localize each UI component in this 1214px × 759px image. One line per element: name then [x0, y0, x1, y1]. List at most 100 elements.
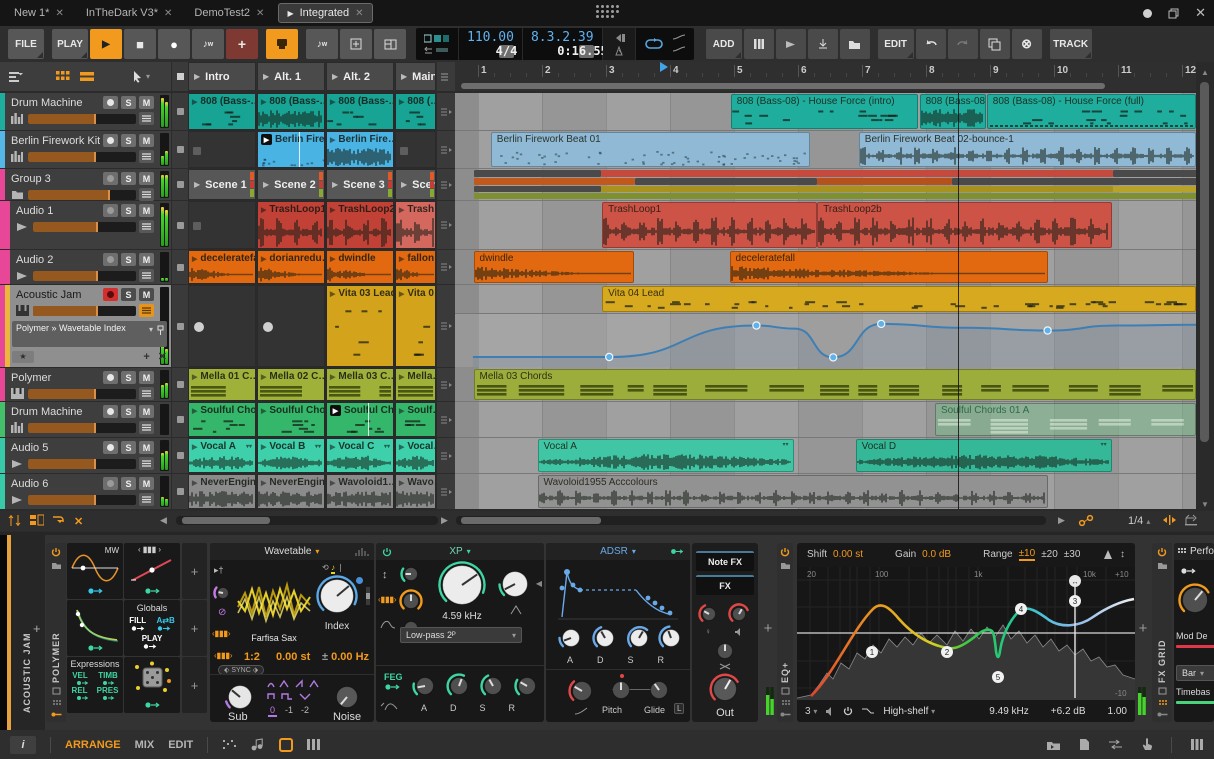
clip-queue-cell[interactable] — [437, 402, 455, 437]
modulator-envelope[interactable] — [67, 600, 123, 656]
arranger-toggle-icon[interactable] — [307, 738, 321, 751]
track-list-menu-icon[interactable] — [8, 71, 28, 83]
launcher-clip[interactable]: ▶ Mella 02 C… — [257, 368, 325, 401]
clip-stop-cell[interactable] — [172, 285, 188, 367]
launcher-clip[interactable]: ▶ Vita 03 Lead — [326, 285, 394, 367]
timebase-select[interactable]: Bar ▾ — [1176, 665, 1214, 681]
octave-0[interactable]: 0 — [268, 705, 278, 717]
io-panel-icon[interactable] — [1108, 739, 1123, 750]
clip-play-icon[interactable]: ▶ — [399, 373, 404, 381]
track-name[interactable]: Group 3 — [11, 173, 100, 185]
add-lane-button[interactable]: + — [143, 351, 149, 363]
loop-icon[interactable] — [644, 37, 664, 51]
arranger-clip[interactable]: Berlin Firework Beat 01 — [490, 132, 810, 167]
arranger-clip[interactable]: Vocal D ▾▾ — [855, 439, 1112, 472]
clip-play-icon[interactable]: ▶ — [261, 206, 266, 214]
filter-spread-knob[interactable] — [400, 563, 422, 585]
clip-stop-cell[interactable] — [172, 474, 188, 509]
launcher-clip[interactable] — [188, 201, 256, 249]
add-record-button[interactable]: + — [226, 29, 258, 59]
launcher-clip[interactable]: ▶Trash… — [395, 201, 436, 249]
feg-a-knob[interactable] — [412, 673, 438, 699]
filter-mode-select[interactable]: Low-pass 2ᴾ ▾ — [400, 627, 522, 643]
view-arrange[interactable]: ARRANGE — [65, 739, 121, 751]
arranger-play-icon[interactable]: ▶ — [1058, 515, 1065, 526]
eq-display[interactable]: ↔ 1 2 3 4 5 20 100 1k 10k +10 -10 — [797, 567, 1135, 700]
retrig-icon[interactable]: ▸† — [214, 565, 224, 576]
record-arm-button[interactable] — [103, 134, 118, 147]
clip-launcher-toggle-icon[interactable] — [279, 737, 294, 752]
clip-stop-cell[interactable] — [172, 131, 188, 168]
device-power-icon[interactable] — [780, 547, 790, 557]
arranger-clip[interactable]: Mella 03 Chords — [473, 369, 1196, 400]
clip-play-icon[interactable]: ▶ — [192, 443, 197, 451]
eq-band-freq[interactable]: 9.49 kHz — [989, 706, 1028, 717]
track-header-5[interactable]: Audio 2 SM — [0, 250, 171, 284]
vertical-scroll-thumb[interactable] — [1200, 82, 1209, 442]
clip-play-icon[interactable]: ▶ — [261, 255, 266, 263]
solo-button[interactable]: S — [121, 172, 136, 185]
position-display[interactable]: 8.3.2.39 0:16.553 — [523, 28, 615, 60]
add-audio-button[interactable] — [775, 29, 806, 59]
track-options-button[interactable] — [139, 188, 154, 201]
mod-route-icon[interactable] — [87, 644, 104, 652]
track-name[interactable]: Audio 6 — [11, 478, 100, 490]
random-phase-icon[interactable]: ⊘ — [218, 607, 226, 618]
punch-in-icon[interactable] — [611, 33, 627, 43]
arranger-clip[interactable]: TrashLoop2b — [817, 202, 1112, 248]
track-options-button[interactable] — [139, 457, 154, 470]
scene-launch-cell[interactable]: ▶ Scene 3 — [326, 169, 394, 200]
launcher-clip[interactable]: ▶NeverEngin… — [188, 474, 256, 509]
sub-knob[interactable] — [224, 681, 256, 713]
solo-button[interactable]: S — [121, 96, 136, 109]
template-button[interactable] — [374, 29, 406, 59]
scene-header-4[interactable]: ▶ Main — [395, 62, 436, 91]
device-name-label[interactable]: POLYMER — [51, 574, 61, 683]
io-routing-icon[interactable] — [8, 514, 21, 527]
launcher-clip[interactable] — [395, 131, 436, 168]
solo-button[interactable]: S — [121, 477, 136, 490]
arranger-clip[interactable]: Soulful Chords 01 A — [934, 403, 1196, 436]
automation-toggle-icon[interactable] — [1078, 514, 1094, 527]
solo-button[interactable]: S — [121, 204, 136, 217]
clip-launcher-record-button[interactable] — [266, 29, 298, 59]
modulator-globals[interactable]: Globals FILL A⇄B PLAY — [124, 600, 180, 656]
clip-play-icon[interactable]: ▶ — [330, 443, 335, 451]
arranger-clip[interactable]: 808 (Bass-08) — [919, 94, 986, 129]
track-options-button[interactable] — [139, 493, 154, 506]
solo-button[interactable]: S — [121, 441, 136, 454]
automation-point[interactable] — [604, 352, 614, 362]
automation-point[interactable] — [1043, 326, 1052, 335]
clip-play-icon[interactable]: ▶ — [399, 255, 404, 263]
keytrack-icon2[interactable]: ‹▮▮▮› — [214, 651, 233, 660]
clip-stop-cell[interactable] — [172, 368, 188, 401]
play-start-marker[interactable] — [659, 62, 669, 73]
add-device-button[interactable]: + — [33, 621, 41, 636]
metronome-icon[interactable] — [613, 45, 625, 56]
arranger-clip[interactable]: 808 (Bass-08) - House Force (intro) — [730, 94, 919, 129]
volume-fader[interactable] — [28, 388, 136, 399]
scene-play-icon[interactable]: ▶ — [194, 72, 200, 81]
launcher-clip[interactable]: ▶ Wavoloid1… — [326, 474, 394, 509]
record-arm-button[interactable] — [103, 371, 118, 384]
clip-queue-cell[interactable] — [437, 285, 455, 367]
view-mix[interactable]: MIX — [135, 739, 155, 751]
launcher-clip[interactable]: ▶ TrashLoop1 — [257, 201, 325, 249]
track-options-button[interactable] — [139, 304, 154, 317]
volume-fader[interactable] — [28, 458, 136, 469]
track-options-button[interactable] — [139, 112, 154, 125]
clip-play-icon[interactable]: ▶ — [330, 136, 335, 144]
loop-controls[interactable] — [636, 28, 694, 60]
device-name-label[interactable]: EQ+ — [780, 574, 790, 683]
modulator-expressions[interactable]: Expressions VEL TIMB REL PRES — [67, 657, 123, 713]
overdub-button[interactable]: ♪ w — [192, 29, 224, 59]
eq-band-count[interactable]: 3 ▾ — [805, 706, 817, 717]
solo-button[interactable]: S — [121, 288, 136, 301]
launcher-scrollbar[interactable] — [176, 516, 438, 525]
snap-mode-icon[interactable] — [1162, 514, 1177, 526]
record-button[interactable]: ● — [158, 29, 190, 59]
launcher-clip[interactable]: ▶NeverEngin… — [257, 474, 325, 509]
record-arm-button[interactable] — [103, 253, 118, 266]
volume-fader[interactable] — [28, 422, 136, 433]
clip-play-icon[interactable]: ▶ — [192, 98, 197, 106]
